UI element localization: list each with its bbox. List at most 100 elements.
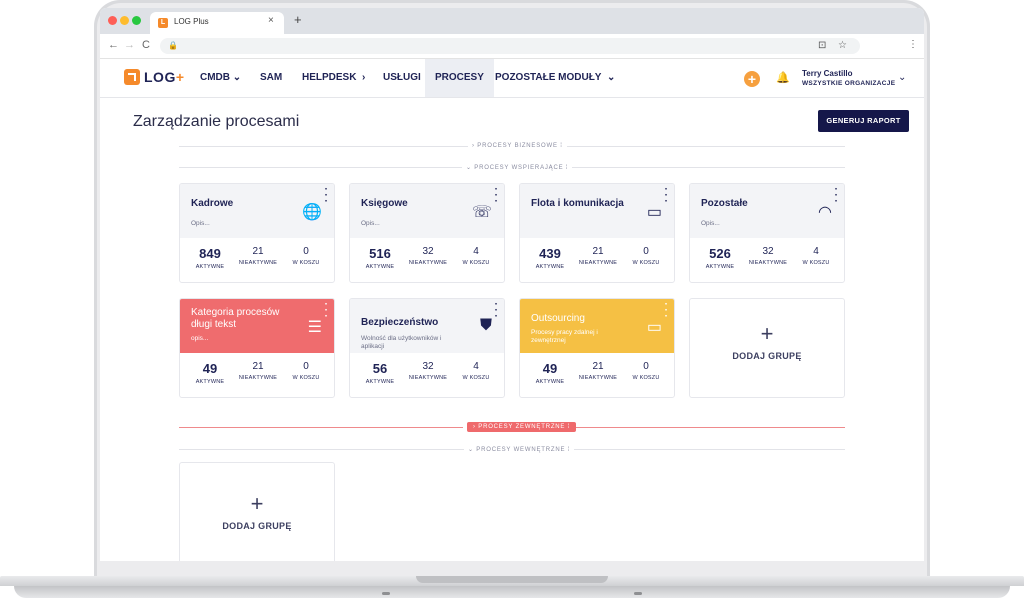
process-card-kadrowe[interactable]: · · · Kadrowe Opis... 🌐 849 AKTYWNE 21 NIEAK…: [179, 183, 335, 283]
section-supporting[interactable]: ⌄ PROCESY WSPIERAJĄCE ⁞: [462, 164, 573, 171]
chevron-down-icon[interactable]: ⌄: [898, 72, 906, 83]
stat-value: 849: [199, 246, 221, 261]
process-card-pozostale[interactable]: · · · Pozostałe Opis... ◠ 526 AKTYWNE 32 NIE…: [689, 183, 845, 283]
back-icon[interactable]: ←: [108, 39, 119, 51]
card-title: Flota i komunikacja: [531, 198, 624, 209]
card-title: Kategoria procesów długi tekst: [191, 307, 280, 330]
add-group-label: DODAJ GRUPĘ: [732, 351, 802, 361]
card-description: Opis...: [361, 220, 380, 227]
stat-trash: 0 W KOSZU: [286, 246, 326, 266]
generate-report-button[interactable]: GENERUJ RAPORT: [818, 110, 909, 132]
stat-active: 439 AKTYWNE: [530, 246, 570, 270]
stat-inactive: 32 NIEAKTYWNE: [408, 246, 448, 266]
stat-value: 49: [542, 361, 558, 376]
card-description: Procesy pracy zdalnej i zewnętrznej: [531, 329, 598, 344]
add-group-button[interactable]: + DODAJ GRUPĘ: [179, 462, 335, 561]
lock-icon: 🔒: [168, 41, 178, 50]
logo[interactable]: LOG+: [144, 69, 185, 85]
app-header: LOG+ CMDB ⌄ SAM HELPDESK › USŁUGI PROCES…: [100, 59, 924, 98]
section-external[interactable]: › PROCESY ZEWNĘTRZNE ⁞: [467, 422, 577, 432]
globe-icon: 🌐: [302, 204, 322, 221]
nav-label: CMDB: [200, 72, 230, 83]
more-vertical-icon[interactable]: · · ·: [495, 300, 498, 322]
process-card-ksiegowe[interactable]: · · · Księgowe Opis... ☏ 516 AKTYWNE 32 NIEA…: [349, 183, 505, 283]
stat-label: W KOSZU: [292, 260, 320, 266]
more-vertical-icon[interactable]: · · ·: [665, 300, 668, 322]
more-vertical-icon[interactable]: · · ·: [665, 185, 668, 207]
new-tab-icon[interactable]: +: [294, 12, 302, 27]
more-vertical-icon[interactable]: · · ·: [325, 185, 328, 207]
nav-pozostale-moduly[interactable]: POZOSTAŁE MODUŁY ⌄: [495, 59, 615, 97]
stat-value: 32: [422, 361, 434, 372]
stat-trash: 4 W KOSZU: [796, 246, 836, 266]
nav-uslugi[interactable]: USŁUGI: [383, 59, 421, 97]
logo-text: LOG: [144, 69, 176, 85]
window-maximize-dot[interactable]: [132, 16, 141, 25]
stat-inactive: 21 NIEAKTYWNE: [238, 246, 278, 266]
card-description: Wolność dla użytkowników i aplikacji: [361, 335, 442, 350]
window-minimize-dot[interactable]: [120, 16, 129, 25]
window-close-dot[interactable]: [108, 16, 117, 25]
chevron-right-icon: ›: [362, 72, 366, 83]
shield-icon: ⛊: [479, 317, 492, 334]
bell-icon[interactable]: 🔔: [776, 71, 790, 84]
stat-active: 49 AKTYWNE: [190, 361, 230, 385]
more-vertical-icon[interactable]: · · ·: [835, 185, 838, 207]
reload-icon[interactable]: C: [142, 39, 150, 51]
process-card-outsourcing[interactable]: · · · Outsourcing Procesy pracy zdalnej i …: [519, 298, 675, 398]
process-card-flota[interactable]: · · · Flota i komunikacja ▭ 439 AKTYWNE 21 N…: [519, 183, 675, 283]
card-title: Bezpieczeństwo: [361, 317, 439, 328]
card-description: Opis...: [191, 220, 210, 227]
stat-value: 0: [643, 361, 649, 372]
stat-inactive: 32 NIEAKTYWNE: [748, 246, 788, 266]
section-internal[interactable]: ⌄ PROCESY WEWNĘTRZNE ⁞: [464, 446, 575, 453]
browser-menu-icon[interactable]: ⋮: [908, 39, 918, 50]
stat-label: NIEAKTYWNE: [238, 375, 278, 381]
process-card-kategoria[interactable]: · · · Kategoria procesów długi tekst opis.…: [179, 298, 335, 398]
nav-label: PROCESY: [435, 72, 484, 83]
stat-value: 21: [252, 361, 264, 372]
add-icon[interactable]: +: [744, 71, 760, 87]
nav-procesy[interactable]: PROCESY: [425, 59, 494, 97]
phone-icon: ☏: [471, 204, 492, 221]
stat-label: NIEAKTYWNE: [238, 260, 278, 266]
stat-trash: 4 W KOSZU: [456, 246, 496, 266]
stat-label: NIEAKTYWNE: [408, 375, 448, 381]
user-organization[interactable]: WSZYSTKIE ORGANIZACJE: [802, 80, 895, 87]
browser-tab[interactable]: L LOG Plus ×: [150, 12, 284, 34]
forward-icon[interactable]: →: [124, 39, 135, 51]
stat-label: W KOSZU: [632, 375, 660, 381]
address-input[interactable]: 🔒 ⊡ ☆: [160, 38, 860, 54]
add-group-button[interactable]: + DODAJ GRUPĘ: [689, 298, 845, 398]
nav-sam[interactable]: SAM: [260, 59, 282, 97]
plus-icon: +: [760, 321, 774, 346]
stat-active: 849 AKTYWNE: [190, 246, 230, 270]
close-icon[interactable]: ×: [268, 15, 274, 26]
nav-cmdb[interactable]: CMDB ⌄: [200, 59, 241, 97]
stat-value: 32: [762, 246, 774, 257]
stat-value: 4: [473, 361, 479, 372]
more-vertical-icon[interactable]: · · ·: [325, 300, 328, 322]
stat-value: 21: [592, 246, 604, 257]
laptop-notch: [416, 576, 608, 583]
section-business[interactable]: › PROCESY BIZNESOWE ⁞: [468, 143, 567, 149]
stat-label: W KOSZU: [462, 260, 490, 266]
user-name[interactable]: Terry Castillo: [802, 69, 853, 78]
process-card-bezpieczenstwo[interactable]: · · · Bezpieczeństwo Wolność dla użytkowni…: [349, 298, 505, 398]
stat-trash: 0 W KOSZU: [626, 361, 666, 381]
add-group-label: DODAJ GRUPĘ: [222, 521, 292, 531]
logo-icon[interactable]: [124, 69, 140, 85]
translate-icon[interactable]: ⊡: [818, 40, 826, 51]
star-icon[interactable]: ☆: [838, 40, 847, 51]
stat-active: 526 AKTYWNE: [700, 246, 740, 270]
stat-value: 32: [422, 246, 434, 257]
nav-label: SAM: [260, 72, 283, 83]
stat-value: 0: [303, 246, 309, 257]
nav-helpdesk[interactable]: HELPDESK ›: [302, 59, 365, 97]
stat-label: W KOSZU: [292, 375, 320, 381]
card-title: Outsourcing: [531, 313, 585, 324]
stat-value: 0: [303, 361, 309, 372]
logo-plus: +: [175, 69, 185, 85]
stat-value: 439: [539, 246, 561, 261]
more-vertical-icon[interactable]: · · ·: [495, 185, 498, 207]
